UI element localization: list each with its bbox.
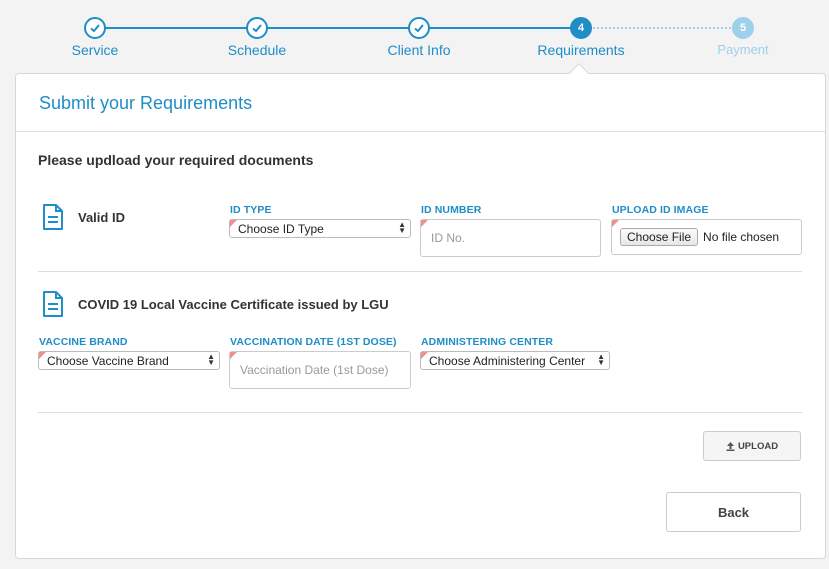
no-file-text: No file chosen [703,230,780,244]
id-type-label: ID TYPE [230,204,272,216]
administering-center-select[interactable]: Choose Administering Center ▲ ▼ [420,351,610,370]
step-connector-complete [95,27,581,29]
administering-center-value: Choose Administering Center [429,354,586,368]
upload-icon [726,441,735,451]
step-service-label[interactable]: Service [35,42,155,58]
id-number-label: ID NUMBER [421,204,482,216]
required-flag [421,220,428,227]
id-number-placeholder: ID No. [431,231,466,245]
vaccine-brand-value: Choose Vaccine Brand [47,354,169,368]
choose-file-button[interactable]: Choose File [620,228,699,246]
step-schedule-check-icon [246,17,268,39]
required-flag [39,352,46,359]
vaccine-brand-select[interactable]: Choose Vaccine Brand ▲ ▼ [38,351,220,370]
section-divider [38,412,802,413]
step-requirements-label: Requirements [537,42,625,58]
step-schedule-label[interactable]: Schedule [197,42,317,58]
id-type-value: Choose ID Type [238,222,324,236]
step-requirements-number: 4 [570,17,592,39]
upload-button[interactable]: UPLOAD [703,431,801,461]
card-title: Submit your Requirements [39,93,253,113]
step-client-info-check-icon [408,17,430,39]
back-button-label: Back [717,504,750,520]
id-type-select[interactable]: Choose ID Type ▲ ▼ [229,219,411,238]
required-flag [230,220,237,227]
step-service-check-icon [84,17,106,39]
required-flag [421,352,428,359]
required-flag [612,220,619,227]
back-button[interactable]: Back [666,492,801,532]
id-image-file-input[interactable]: Choose File No file chosen [611,219,802,255]
document-icon [43,291,63,317]
vaccination-date-input[interactable]: Vaccination Date (1st Dose) [229,351,411,389]
valid-id-title: Valid ID [78,210,125,225]
upload-id-image-label: UPLOAD ID IMAGE [612,204,709,216]
step-payment-number: 5 [732,17,754,39]
step-payment-label: Payment [717,42,769,57]
vaccination-date-placeholder: Vaccination Date (1st Dose) [240,363,389,377]
vaccine-brand-label: VACCINE BRAND [39,336,128,348]
select-arrows-icon: ▲ ▼ [597,352,605,367]
step-connector-pending [593,27,743,29]
select-arrows-icon: ▲ ▼ [398,220,406,235]
requirements-card: Submit your Requirements Please updload … [15,73,826,559]
id-number-input[interactable]: ID No. [420,219,601,257]
upload-instructions: Please updload your required documents [38,152,314,168]
document-icon [43,204,63,230]
card-divider [16,131,825,132]
section-divider [38,271,802,272]
vaccination-date-label: VACCINATION DATE (1ST DOSE) [230,336,397,348]
upload-button-label: UPLOAD [737,440,779,452]
step-client-info-label[interactable]: Client Info [359,42,479,58]
required-flag [230,352,237,359]
progress-stepper: Service Schedule Client Info 4 Requireme… [0,0,829,74]
select-arrows-icon: ▲ ▼ [207,352,215,367]
vaccine-certificate-title: COVID 19 Local Vaccine Certificate issue… [78,297,389,312]
administering-center-label: ADMINISTERING CENTER [421,336,554,348]
